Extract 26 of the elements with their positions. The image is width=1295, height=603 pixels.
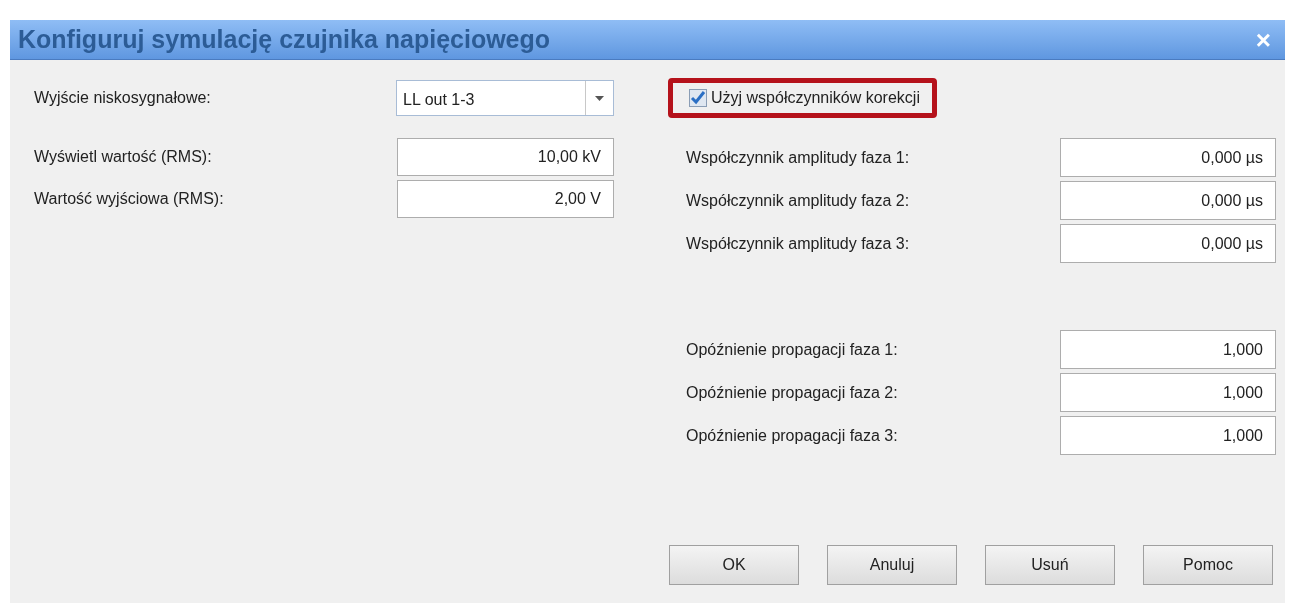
field-label: Opóźnienie propagacji faza 1: [686,339,898,360]
dialog-button[interactable]: Anuluj [827,545,957,585]
input-field[interactable]: 1,000 [1060,330,1276,369]
input-field[interactable]: 2,00 V [397,180,614,218]
input-field[interactable]: 1,000 [1060,373,1276,412]
field-label: Opóźnienie propagacji faza 3: [686,425,898,446]
field-label: Współczynnik amplitudy faza 2: [686,190,910,211]
dialog-button[interactable]: Usuń [985,545,1115,585]
field-label: Współczynnik amplitudy faza 3: [686,233,910,254]
field-label: Wyświetl wartość (RMS): [34,147,212,167]
input-field[interactable]: 1,000 [1060,416,1276,455]
input-field[interactable]: 0,000 µs [1060,138,1276,177]
input-field[interactable]: 0,000 µs [1060,181,1276,220]
field-label: Opóźnienie propagacji faza 2: [686,382,898,403]
window-title: Konfiguruj symulację czujnika napięciowego [18,23,551,55]
dialog-button[interactable]: Pomoc [1143,545,1273,585]
input-field[interactable]: 10,00 kV [397,138,614,176]
dropdown[interactable]: LL out 1-3 [396,80,614,116]
field-label: Wartość wyjściowa (RMS): [34,189,224,209]
dialog-button[interactable]: OK [669,545,799,585]
checkbox-icon [689,89,707,107]
checkbox[interactable]: Użyj współczynników korekcji [668,78,937,118]
field-label: Współczynnik amplitudy faza 1: [686,147,910,168]
caret-icon [595,95,604,101]
input-field[interactable]: 0,000 µs [1060,224,1276,263]
field-label: Wyjście niskosygnałowe: [34,88,211,108]
